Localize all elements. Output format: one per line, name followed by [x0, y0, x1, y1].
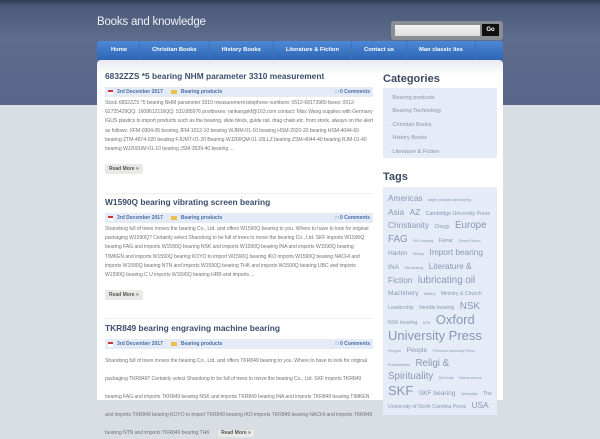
tag-link[interactable]: Penguin [388, 349, 401, 353]
post-meta: 3rd December 2017 Bearing products □ 0 C… [105, 213, 373, 223]
read-more-button[interactable]: Read More » [218, 430, 254, 437]
tag-link[interactable]: Harbin [388, 250, 407, 257]
comments-count[interactable]: 0 Comments [340, 341, 370, 347]
tag-link[interactable]: Farrar [439, 238, 453, 244]
nav-home[interactable]: Home [97, 41, 141, 60]
tag-link[interactable]: Oxford University Press [388, 312, 482, 343]
tag-link[interactable]: lubricating oil [418, 275, 475, 286]
post: 6832ZZS *5 bearing NHM parameter 3310 me… [105, 71, 373, 175]
post-title[interactable]: 6832ZZS *5 bearing NHM parameter 3310 me… [105, 71, 373, 82]
tag-link[interactable]: Protestantism [388, 363, 410, 367]
tag-link[interactable]: Clergy [435, 224, 450, 230]
tag-link[interactable]: Roll body [439, 376, 454, 380]
post-meta: 3rd December 2017 Bearing products □ 0 C… [105, 339, 373, 349]
category-item[interactable]: · History Books [389, 132, 491, 145]
category-item[interactable]: · Bearing products [389, 92, 491, 105]
comment-icon: □ [335, 341, 339, 347]
search-input[interactable] [395, 25, 480, 36]
folder-icon [170, 216, 177, 220]
calendar-icon [108, 89, 113, 95]
nav-history-books[interactable]: History Books [210, 41, 274, 60]
divider [105, 318, 373, 319]
post-meta: 3rd December 2017 Bearing products □ 0 C… [105, 87, 373, 97]
tag-link[interactable]: Secret service [459, 376, 482, 380]
post-date: 3rd December 2017 [117, 89, 163, 95]
category-link[interactable]: Christian Books [392, 122, 431, 128]
calendar-icon [108, 215, 113, 221]
main-nav: Home Christian Books History Books Liter… [97, 41, 503, 60]
tag-link[interactable]: Needle bearing [419, 305, 454, 311]
category-item[interactable]: · Christian Books [389, 119, 491, 132]
tag-link[interactable]: Spirituality [461, 392, 478, 396]
categories-list: · Bearing products · Bearing Technology … [383, 88, 497, 158]
nav-christian-books[interactable]: Christian Books [140, 41, 210, 60]
tag-link[interactable]: FAG bearing [413, 239, 433, 243]
folder-icon [170, 342, 177, 346]
tag-link[interactable]: Military [424, 292, 435, 296]
tag-link[interactable]: History [413, 252, 424, 256]
category-link[interactable]: Literature & Fiction [392, 149, 439, 155]
post-comments[interactable]: □ 0 Comments [336, 89, 370, 95]
category-item[interactable]: · Literature & Fiction [389, 146, 491, 159]
tag-link[interactable]: Cambridge University Press [426, 211, 490, 217]
tag-link[interactable]: Machinery [388, 290, 418, 297]
comment-icon: □ [335, 215, 339, 221]
tag-link[interactable]: Import bearing [430, 247, 484, 257]
tag-link[interactable]: SKF bearing [419, 390, 456, 397]
tag-link[interactable]: INA bearing [404, 266, 423, 270]
comments-count[interactable]: 0 Comments [340, 89, 370, 95]
post: TKR849 bearing engraving machine bearing… [105, 323, 373, 439]
tag-link[interactable]: NTN [423, 321, 430, 325]
tag-link[interactable]: Giroux Fiction [458, 239, 480, 243]
post-excerpt: Shandong full of trees moves the bearing… [105, 226, 369, 279]
tag-link[interactable]: Americas [388, 193, 423, 203]
post-category[interactable]: Bearing products [181, 341, 222, 347]
category-link[interactable]: History Books [392, 135, 427, 141]
calendar-icon [108, 341, 113, 347]
divider [105, 193, 373, 194]
comments-count[interactable]: 0 Comments [340, 215, 370, 221]
tag-link[interactable]: NSK [460, 301, 480, 312]
post-comments[interactable]: □ 0 Comments [336, 215, 370, 221]
tag-link[interactable]: NSK bearing [388, 320, 417, 326]
tag-cloud: Americas angle contacts ball bearing Asi… [383, 187, 497, 415]
category-link[interactable]: Bearing products [392, 95, 434, 101]
nav-contact-us[interactable]: Contact us [352, 41, 407, 60]
tag-link[interactable]: angle contacts ball bearing [428, 198, 471, 202]
post-category[interactable]: Bearing products [181, 215, 222, 221]
tag-link[interactable]: Asia [388, 207, 404, 217]
categories-title: Categories [383, 73, 440, 85]
post-title[interactable]: W1590Q bearing vibrating screen bearing [105, 197, 373, 208]
post-date: 3rd December 2017 [117, 215, 163, 221]
search-form: Go [391, 21, 503, 40]
folder-icon [170, 90, 177, 94]
nav-man-classic-lies[interactable]: Man classic lies [407, 41, 476, 60]
tag-link[interactable]: Christianity [388, 220, 429, 230]
tags-title: Tags [383, 171, 408, 183]
category-item[interactable]: · Bearing Technology [389, 105, 491, 118]
post-excerpt: Shandong full of trees moves the bearing… [105, 358, 373, 436]
category-link[interactable]: Bearing Technology [392, 108, 441, 114]
search-go-button[interactable]: Go [482, 24, 499, 36]
tag-link[interactable]: USA [472, 400, 489, 410]
tag-link[interactable]: FAG [388, 234, 408, 245]
post-date: 3rd December 2017 [117, 341, 163, 347]
nav-literature-fiction[interactable]: Literature & Fiction [274, 41, 353, 60]
post-excerpt: Stock 6832ZZS *5 bearing NHM parameter 3… [105, 100, 373, 153]
tag-link[interactable]: Europe [455, 220, 487, 231]
comment-icon: □ [335, 89, 339, 95]
tag-link[interactable]: AZ [410, 207, 421, 217]
read-more-button[interactable]: Read More » [105, 164, 143, 175]
tag-link[interactable]: INA [388, 264, 399, 271]
tag-link[interactable]: People [407, 347, 428, 354]
post-title[interactable]: TKR849 bearing engraving machine bearing [105, 323, 373, 334]
post-comments[interactable]: □ 0 Comments [336, 341, 370, 347]
post: W1590Q bearing vibrating screen bearing … [105, 197, 373, 301]
read-more-button[interactable]: Read More » [105, 290, 143, 301]
tag-link[interactable]: Princeton University Press [433, 349, 475, 353]
post-category[interactable]: Bearing products [181, 89, 222, 95]
site-title[interactable]: Books and knowledge [97, 16, 206, 28]
tag-link[interactable]: SKF [388, 383, 413, 398]
